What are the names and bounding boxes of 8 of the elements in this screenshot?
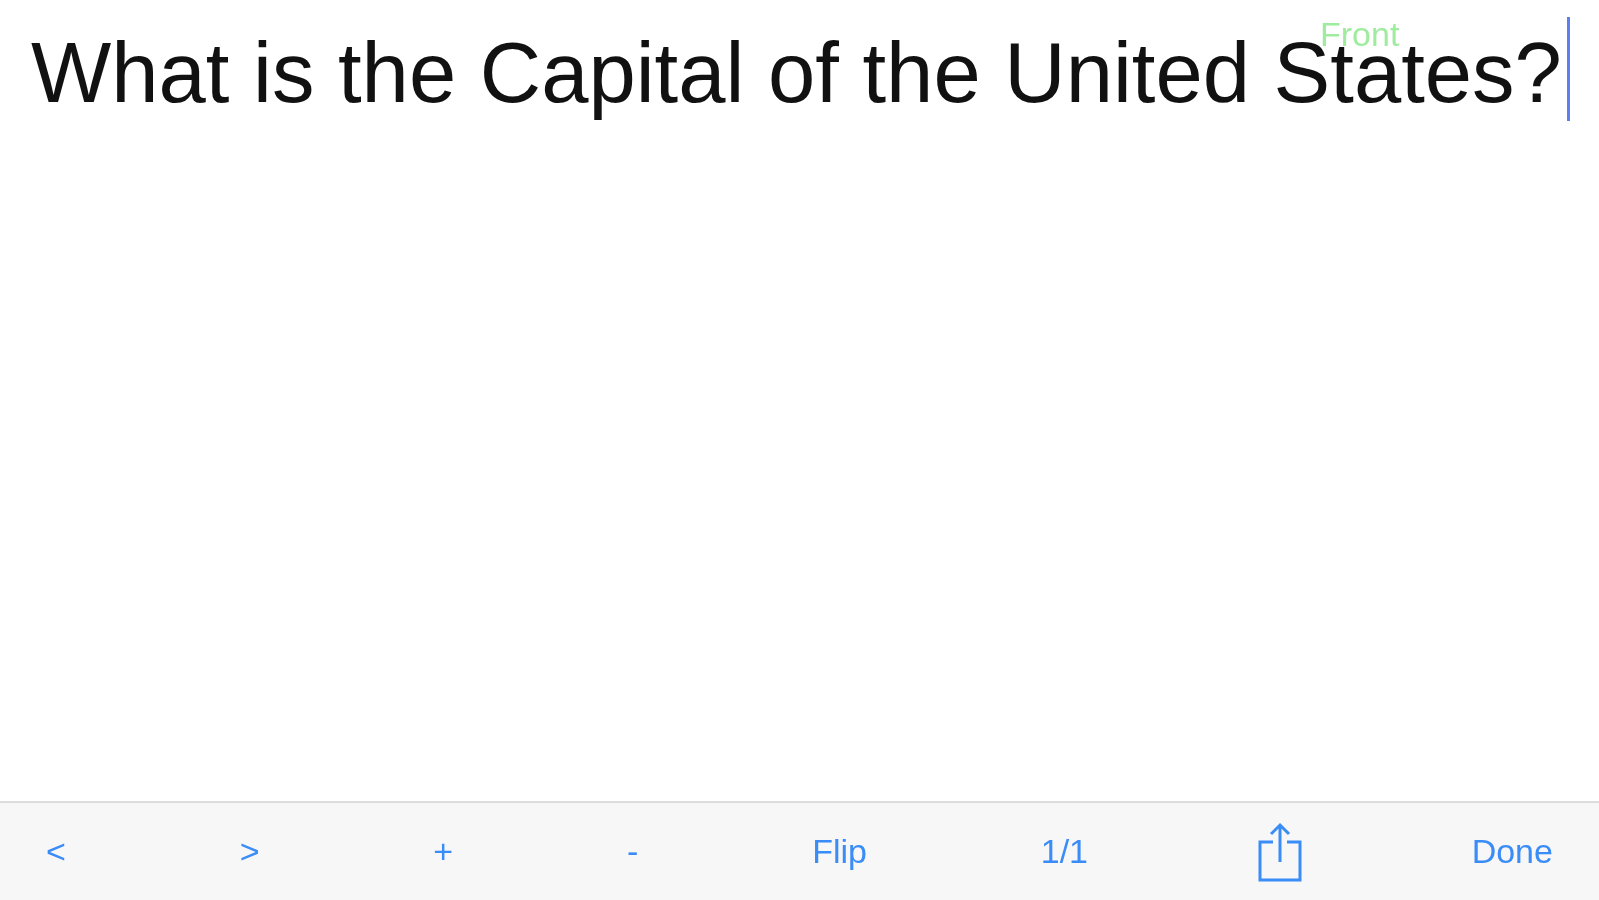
remove-button[interactable]: - <box>619 825 647 878</box>
page-counter-button[interactable]: 1/1 <box>1032 825 1097 878</box>
previous-button[interactable]: < <box>38 825 74 878</box>
flip-button[interactable]: Flip <box>804 825 875 878</box>
next-button[interactable]: > <box>231 825 268 878</box>
share-icon <box>1257 821 1302 882</box>
add-button[interactable]: + <box>425 825 462 878</box>
done-button[interactable]: Done <box>1463 825 1561 878</box>
